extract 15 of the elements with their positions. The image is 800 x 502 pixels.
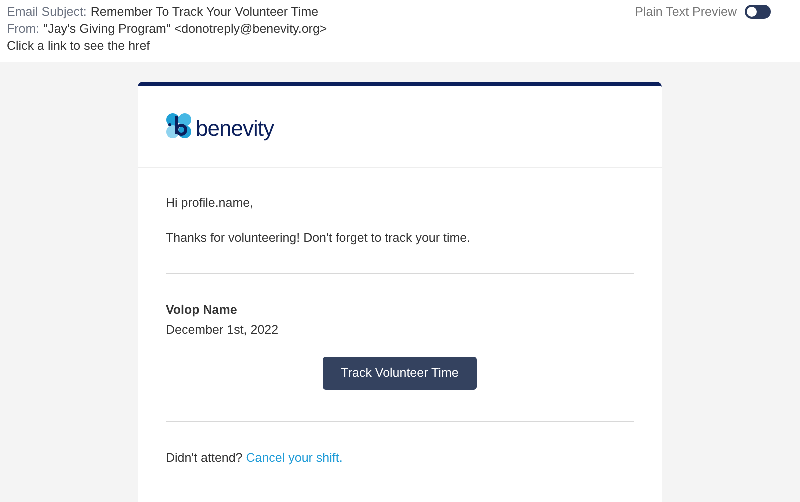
event-name: Volop Name <box>166 302 238 319</box>
message-text: Thanks for volunteering! Don't forget to track your time. <box>166 230 472 247</box>
event-date: December 1st, 2022 <box>166 322 280 340</box>
from-label: From: <box>7 21 40 38</box>
track-time-button[interactable]: Track Volunteer Time <box>323 357 477 390</box>
toggle-label: Plain Text Preview <box>635 4 737 21</box>
preview-toggle[interactable] <box>745 5 771 19</box>
logo-text: benevity <box>196 115 274 143</box>
subject-label: Email Subject: <box>7 4 87 21</box>
logo-icon <box>166 113 193 140</box>
hint-text: Click a link to see the href <box>7 38 152 55</box>
footer-text: Didn't attend? Cancel your shift. <box>166 450 344 467</box>
subject-text: Remember To Track Your Volunteer Time <box>90 4 319 21</box>
greeting-text: Hi profile.name, <box>166 195 255 212</box>
sender-text: "Jay's Giving Program" <donotreply@benevity.org> <box>44 21 328 38</box>
